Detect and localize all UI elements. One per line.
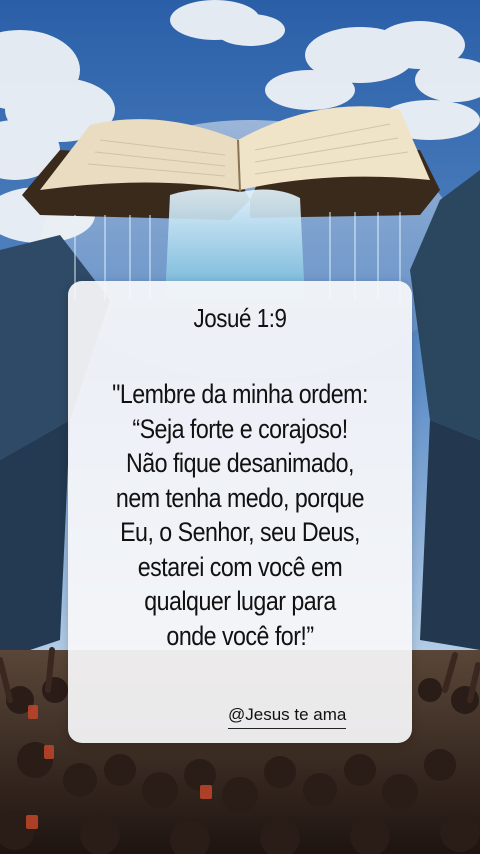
verse-line: “Seja forte e corajoso! <box>132 413 348 444</box>
verse-text: "Lembre da minha ordem: “Seja forte e co… <box>82 377 398 653</box>
verse-reference: Josué 1:9 <box>193 303 287 333</box>
verse-line: Eu, o Senhor, seu Deus, <box>120 517 360 547</box>
author-handle: @Jesus te ama <box>228 705 347 729</box>
verse-line: onde você for!” <box>166 620 314 651</box>
verse-card: Josué 1:9 "Lembre da minha ordem: “Seja … <box>68 281 412 743</box>
verse-line: "Lembre da minha ordem: <box>112 379 368 409</box>
verse-line: Não fique desanimado, <box>126 448 354 478</box>
verse-line: nem tenha medo, porque <box>115 482 365 513</box>
screen: Josué 1:9 "Lembre da minha ordem: “Seja … <box>0 0 480 854</box>
verse-line: estarei com você em <box>137 551 343 582</box>
verse-line: qualquer lugar para <box>144 586 336 616</box>
